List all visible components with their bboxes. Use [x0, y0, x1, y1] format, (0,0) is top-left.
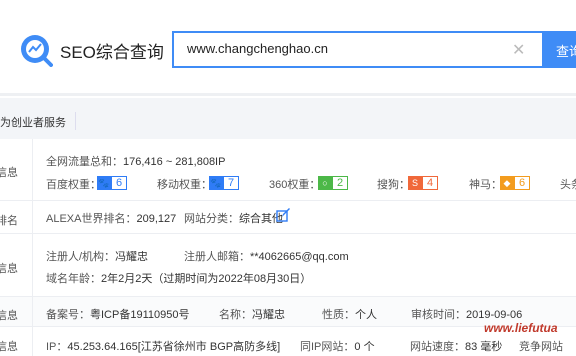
- site-speed: 网站速度：83 毫秒: [410, 338, 502, 354]
- icp-name: 名称：冯耀忠: [219, 306, 285, 322]
- mobile-weight-badge[interactable]: 🐾 7: [209, 176, 240, 190]
- domain-age-label: 域名年龄：: [46, 273, 101, 285]
- row-label: 信息: [0, 263, 18, 275]
- toutiao-weight-label: 头条: [560, 179, 576, 191]
- audit-time-label: 审核时间：: [411, 309, 466, 321]
- header: SEO综合查询 www.changchenghao.cn ✕ 查询: [0, 0, 576, 96]
- baidu-weight-value: 6: [111, 176, 128, 190]
- shenma-weight-badge[interactable]: ◆ 6: [500, 176, 531, 190]
- tagline: 为创业者服务: [0, 117, 66, 129]
- server-ip-value[interactable]: 45.253.64.165[江苏省徐州市 BGP高防多线]: [67, 341, 280, 353]
- mobile-paw-icon: 🐾: [209, 176, 223, 190]
- beian-number: 备案号：粤ICP备19110950号: [46, 306, 189, 322]
- server-ip-label: IP：: [46, 341, 68, 353]
- q360-weight-value: 2: [332, 176, 349, 190]
- shenma-icon: ◆: [500, 176, 514, 190]
- tagline-divider: [75, 112, 76, 130]
- alexa-rank-value[interactable]: 209,127: [136, 213, 176, 225]
- edit-icon[interactable]: [276, 208, 290, 222]
- sogou-weight-label: 搜狗：: [377, 179, 410, 191]
- mobile-weight-value: 7: [223, 176, 240, 190]
- site-speed-value: 83 毫秒: [465, 341, 503, 353]
- competitor-sites-label[interactable]: 竞争网站: [519, 338, 563, 354]
- q360-weight-badge[interactable]: ○ 2: [318, 176, 349, 190]
- beian-number-value[interactable]: 粤ICP备19110950号: [90, 309, 189, 321]
- site-category: 网站分类：综合其他: [184, 210, 283, 226]
- sogou-icon: S: [408, 176, 422, 190]
- site-category-label: 网站分类：: [184, 213, 239, 225]
- alexa-rank: ALEXA世界排名：209,127: [46, 210, 176, 226]
- alexa-rank-label: ALEXA世界排名：: [46, 213, 137, 225]
- baidu-weight-badge[interactable]: 🐾 6: [97, 176, 128, 190]
- registrant: 注册人/机构：冯耀忠: [46, 248, 148, 264]
- row-divider: [32, 297, 33, 326]
- shenma-weight-label: 神马：: [469, 179, 502, 191]
- sogou-weight-value: 4: [422, 176, 439, 190]
- traffic-total-value: 176,416 ~ 281,808IP: [123, 156, 226, 168]
- audit-time-value: 2019-09-06: [466, 309, 523, 321]
- icp-name-value: 冯耀忠: [252, 309, 285, 321]
- registrant-email: 注册人邮箱：**4062665@qq.com: [184, 248, 349, 264]
- search-input[interactable]: www.changchenghao.cn ✕: [172, 31, 542, 68]
- traffic-total-label: 全网流量总和：: [46, 156, 123, 168]
- row-divider: [32, 139, 33, 200]
- same-ip-sites: 同IP网站：0 个: [300, 338, 375, 354]
- row-divider: [32, 327, 33, 356]
- q360-icon: ○: [318, 176, 332, 190]
- watermark: www.liefutua: [484, 321, 558, 335]
- site-speed-label: 网站速度：: [410, 341, 465, 353]
- sogou-weight-badge[interactable]: S 4: [408, 176, 439, 190]
- domain-age-value: 2年2月2天（过期时间为2022年08月30日）: [101, 273, 312, 285]
- seo-logo-icon: [21, 35, 53, 67]
- icp-name-label: 名称：: [219, 309, 252, 321]
- icp-nature-label: 性质：: [322, 309, 355, 321]
- q360-weight-label: 360权重：: [269, 179, 321, 191]
- icp-nature-value: 个人: [355, 309, 377, 321]
- registrant-email-value[interactable]: **4062665@qq.com: [250, 251, 349, 263]
- baidu-weight-label: 百度权重：: [46, 179, 101, 191]
- traffic-total: 全网流量总和：176,416 ~ 281,808IP: [46, 153, 225, 169]
- row-divider: [32, 234, 33, 296]
- same-ip-sites-value[interactable]: 0 个: [354, 341, 374, 353]
- icp-nature: 性质：个人: [322, 306, 377, 322]
- mobile-weight-label: 移动权重：: [157, 179, 212, 191]
- row-label: 信息: [0, 167, 18, 179]
- search-button[interactable]: 查询: [542, 31, 576, 68]
- row-label: 信息: [0, 341, 18, 353]
- server-ip: IP：45.253.64.165[江苏省徐州市 BGP高防多线]: [46, 338, 280, 354]
- shenma-weight-value: 6: [514, 176, 531, 190]
- logo-text: SEO综合查询: [60, 43, 164, 62]
- registrant-email-label: 注册人邮箱：: [184, 251, 250, 263]
- row-label: 信息: [0, 310, 18, 322]
- whois-row: 信息: [0, 234, 576, 297]
- baidu-paw-icon: 🐾: [97, 176, 111, 190]
- row-divider: [32, 201, 33, 233]
- registrant-value[interactable]: 冯耀忠: [115, 251, 148, 263]
- audit-time: 审核时间：2019-09-06: [411, 306, 522, 322]
- beian-number-label: 备案号：: [46, 309, 90, 321]
- clear-icon[interactable]: ✕: [512, 40, 525, 60]
- same-ip-sites-label: 同IP网站：: [300, 341, 355, 353]
- row-label: 排名: [0, 215, 18, 227]
- domain-age: 域名年龄：2年2月2天（过期时间为2022年08月30日）: [46, 270, 311, 286]
- search-input-value: www.changchenghao.cn: [187, 41, 328, 56]
- registrant-label: 注册人/机构：: [46, 251, 116, 263]
